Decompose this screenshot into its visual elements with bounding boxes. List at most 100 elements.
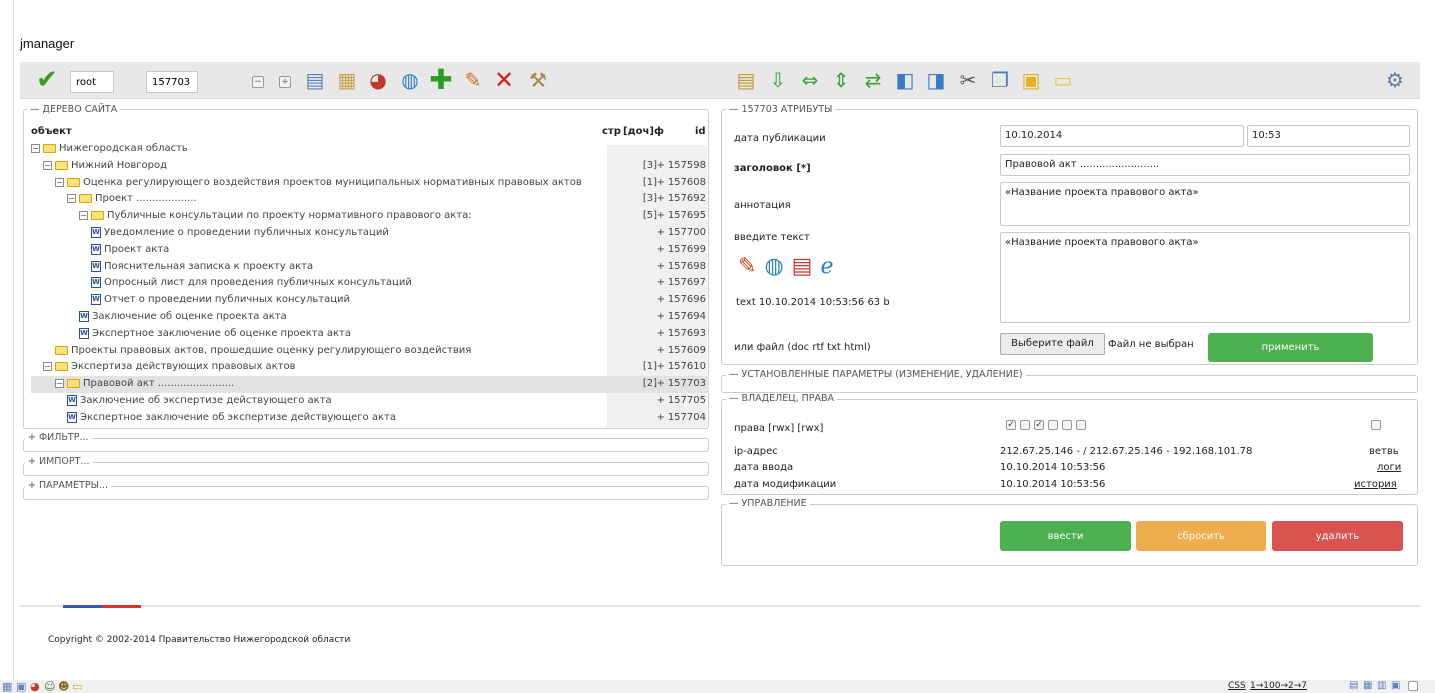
move-left-right-icon[interactable]: ⇔ — [797, 67, 823, 93]
tree-row[interactable]: W Уведомление о проведении публичных конс… — [31, 225, 709, 242]
tree-row-add[interactable]: + — [657, 412, 665, 423]
scissors-icon[interactable]: ✂ — [955, 67, 981, 93]
tree-row-name[interactable]: Нижегородская область — [59, 143, 188, 154]
tree-row[interactable]: − Экспертиза действующих правовых актов [1… — [31, 359, 709, 376]
user-key-icon[interactable]: ☻ — [58, 680, 69, 693]
tree-row-add[interactable]: + — [657, 361, 665, 372]
tree-row-name[interactable]: Опросный лист для проведения публичных к… — [104, 277, 412, 288]
pencil-icon[interactable]: ✎ — [460, 67, 486, 93]
clipboard-icon[interactable]: ▭ — [1050, 67, 1076, 93]
settings-window-icon[interactable]: ⚙ — [1382, 67, 1408, 93]
collapse-node-icon[interactable]: − — [55, 177, 64, 187]
tree-row-name[interactable]: Проект ................... — [95, 193, 197, 204]
collapse-node-icon[interactable]: − — [43, 160, 52, 170]
tree-row[interactable]: − Правовой акт ........................ [2… — [31, 376, 709, 393]
tree-row-label[interactable]: W Опросный лист для проведения публичных … — [91, 277, 412, 289]
tree-row[interactable]: − Нижегородская область — [31, 141, 709, 158]
tree-row-label[interactable]: W Заключение об экспертизе действующего а… — [67, 395, 332, 406]
tree-row-label[interactable]: − Публичные консультации по проекту норма… — [79, 210, 472, 221]
filter-legend[interactable]: + ФИЛЬТР... — [25, 432, 92, 443]
tree-row[interactable]: W Опросный лист для проведения публичных … — [31, 275, 709, 292]
owner-legend[interactable]: — ВЛАДЕЛЕЦ, ПРАВА — [726, 393, 838, 404]
right-checkbox-5[interactable] — [1062, 420, 1072, 430]
import-box[interactable] — [23, 462, 709, 476]
tree-row-name[interactable]: Экспертиза действующих правовых актов — [71, 361, 296, 372]
collapse-node-icon[interactable]: − — [67, 194, 76, 204]
text-textarea[interactable]: «Название проекта правового акта» — [1000, 232, 1410, 323]
tree-row-name[interactable]: Нижний Новгород — [71, 160, 167, 171]
tree-row[interactable]: Проекты правовых актов, прошедшие оценку… — [31, 343, 709, 360]
tree-row-add[interactable]: + — [657, 277, 665, 288]
css-link[interactable]: CSS — [1228, 681, 1246, 691]
collapse-node-icon[interactable]: − — [43, 362, 52, 372]
paste-icon[interactable]: ▣ — [1018, 67, 1044, 93]
tools-icon[interactable]: ⚒ — [525, 67, 551, 93]
tree-row[interactable]: W Отчет о проведении публичных консультац… — [31, 292, 709, 309]
tree-row-add[interactable]: + — [657, 227, 665, 238]
tree-row-add[interactable]: + — [657, 210, 665, 221]
reset-button[interactable]: сбросить — [1136, 521, 1266, 551]
tree-row-label[interactable]: W Пояснительная записка к проекту акта — [91, 260, 313, 272]
delete-button[interactable]: удалить — [1272, 521, 1403, 551]
delete-icon[interactable]: ✕ — [491, 67, 517, 93]
tree-row[interactable]: W Пояснительная записка к проекту акта +15… — [31, 259, 709, 276]
tree-row-label[interactable]: Проекты правовых актов, прошедшие оценку… — [55, 345, 471, 356]
export-page-icon[interactable]: ◧ — [892, 67, 918, 93]
chart-page-icon[interactable]: ▤ — [733, 67, 759, 93]
enter-button[interactable]: ввести — [1000, 521, 1131, 551]
tree-row-add[interactable]: + — [657, 378, 665, 389]
history-link[interactable]: история — [1354, 479, 1397, 490]
apply-button[interactable]: применить — [1208, 333, 1373, 362]
annotation-textarea[interactable]: «Название проекта правового акта» — [1000, 182, 1410, 226]
collapse-icon[interactable]: − — [252, 76, 264, 88]
collapse-node-icon[interactable]: − — [79, 211, 88, 221]
copy-icon[interactable]: ❐ — [987, 67, 1013, 93]
tree-row-name[interactable]: Оценка регулирующего воздействия проекто… — [83, 177, 582, 188]
check-icon[interactable]: ✔ — [34, 67, 60, 93]
logs-link[interactable]: логи — [1377, 462, 1401, 473]
tree-row-name[interactable]: Заключение об экспертизе действующего ак… — [80, 395, 332, 406]
tree-row-label[interactable]: W Экспертное заключение об экспертизе дей… — [67, 411, 396, 423]
tree-row-add[interactable]: + — [657, 345, 665, 356]
right-checkbox-1[interactable]: ✓ — [1006, 420, 1016, 430]
layout-icon-1[interactable]: ▤ — [1349, 680, 1358, 691]
right-checkbox-3[interactable]: ✓ — [1034, 420, 1044, 430]
window-icon[interactable]: ▣ — [16, 680, 26, 693]
tree-row-name[interactable]: Пояснительная записка к проекту акта — [104, 261, 313, 272]
tree-row-name[interactable]: Экспертное заключение об экспертизе дейс… — [80, 412, 396, 423]
layout-icon-4[interactable]: ▣ — [1391, 680, 1400, 691]
tree-row-add[interactable]: + — [657, 311, 665, 322]
tree-row-label[interactable]: − Нижегородская область — [31, 143, 188, 154]
tree-row[interactable]: − Проект ................... [3] +157692 — [31, 191, 709, 208]
right-checkbox-2[interactable] — [1020, 420, 1030, 430]
choose-file-button[interactable]: Выберите файл — [1000, 333, 1105, 355]
tree-row[interactable]: W Экспертное заключение об экспертизе дей… — [31, 410, 709, 427]
sitemap-icon[interactable]: ▦ — [2, 680, 12, 693]
params-box[interactable] — [23, 486, 709, 500]
import-legend[interactable]: + ИМПОРТ... — [25, 456, 93, 467]
collapse-node-icon[interactable]: − — [31, 144, 40, 153]
tree-row-name[interactable]: Правовой акт ........................ — [83, 378, 234, 389]
site-tree-legend[interactable]: — ДЕРЕВО САЙТА — [27, 104, 121, 115]
params-legend[interactable]: + ПАРАМЕТРЫ... — [25, 480, 112, 491]
pub-time-field[interactable]: 10:53 — [1247, 125, 1410, 147]
tree-row-name[interactable]: Заключение об оценке проекта акта — [92, 311, 287, 322]
title-field[interactable]: Правовой акт ......................... — [1000, 154, 1410, 176]
tree-row-name[interactable]: Проект акта — [104, 244, 169, 255]
web-page-icon[interactable]: ◍ — [764, 254, 783, 279]
users-icon[interactable]: ☺ — [44, 680, 55, 693]
tree-row-name[interactable]: Отчет о проведении публичных консультаци… — [104, 294, 350, 305]
tree-row[interactable]: − Публичные консультации по проекту норма… — [31, 208, 709, 225]
filter-box[interactable] — [23, 438, 709, 452]
folder-icon[interactable]: ▭ — [72, 680, 82, 693]
tree-row-label[interactable]: W Уведомление о проведении публичных конс… — [91, 227, 389, 238]
tree-row-add[interactable]: + — [657, 244, 665, 255]
right-checkbox-6[interactable] — [1076, 420, 1086, 430]
tree-row-label[interactable]: W Проект акта — [91, 243, 169, 255]
pub-date-field[interactable]: 10.10.2014 — [1000, 125, 1244, 147]
status-checkbox[interactable] — [1408, 681, 1418, 691]
tree-row-name[interactable]: Экспертное заключение об оценке проекта … — [92, 328, 351, 339]
tree-row-name[interactable]: Уведомление о проведении публичных консу… — [104, 227, 389, 238]
edit-pencil-icon[interactable]: ✎ — [738, 254, 756, 279]
globe-page-icon[interactable]: ◍ — [397, 67, 423, 93]
